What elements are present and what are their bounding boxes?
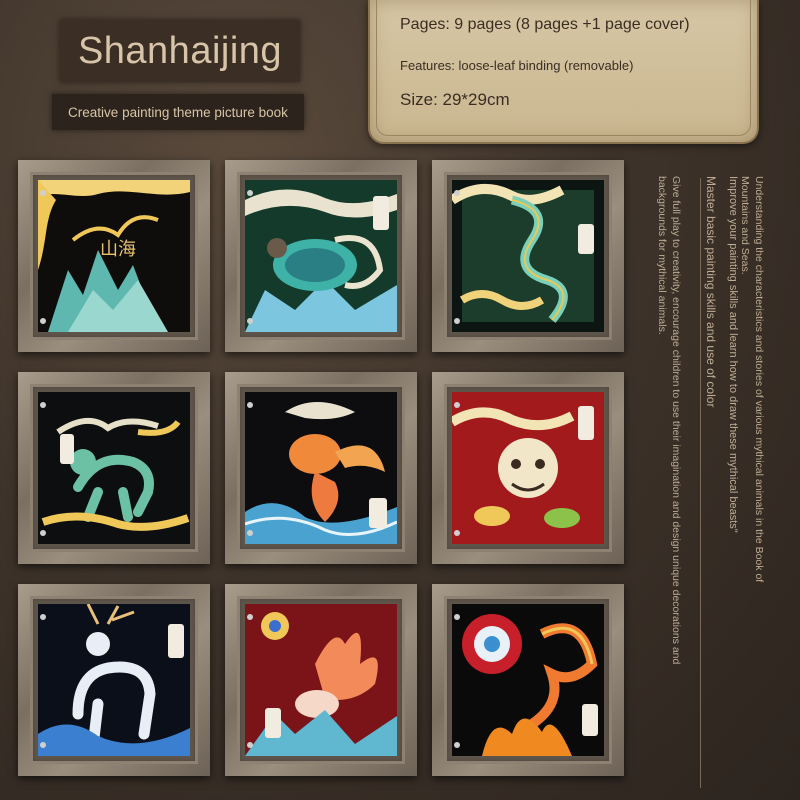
black-tortoise-illustration xyxy=(245,180,397,332)
divider-line xyxy=(700,178,701,788)
pixiu-illustration xyxy=(452,392,604,544)
cover-mountains-illustration: 山海 xyxy=(38,180,190,332)
picture-frame-deer[interactable] xyxy=(18,584,210,776)
pages-info: Pages: 9 pages (8 pages +1 page cover) xyxy=(400,16,690,33)
white-deer-illustration xyxy=(38,604,190,756)
picture-frame-qilin[interactable] xyxy=(18,372,210,564)
azure-dragon-illustration xyxy=(452,180,604,332)
feature-text-creativity: Give full play to creativity, encourage … xyxy=(656,176,682,665)
title-banner: Shanhaijing xyxy=(60,20,300,82)
qilin-illustration xyxy=(38,392,190,544)
picture-frame-cover[interactable]: 山海 xyxy=(18,160,210,352)
subtitle-banner: Creative painting theme picture book xyxy=(52,94,304,130)
picture-frame-tortoise[interactable] xyxy=(225,160,417,352)
feature-text-improve: Improve your painting skills and learn h… xyxy=(727,176,739,533)
picture-frame-fish[interactable] xyxy=(225,372,417,564)
picture-frame-pixiu[interactable] xyxy=(432,372,624,564)
info-panel: Pages: 9 pages (8 pages +1 page cover) F… xyxy=(368,0,759,144)
picture-frame-fox[interactable] xyxy=(225,584,417,776)
nine-tailed-fox-illustration xyxy=(245,604,397,756)
page-subtitle: Creative painting theme picture book xyxy=(68,104,288,120)
page-title: Shanhaijing xyxy=(77,29,283,72)
size-info: Size: 29*29cm xyxy=(400,90,510,109)
svg-text:山海: 山海 xyxy=(100,239,136,260)
picture-frame-phoenix[interactable] xyxy=(432,584,624,776)
picture-frame-dragon[interactable] xyxy=(432,160,624,352)
feature-text-master: Master basic painting skills and use of … xyxy=(704,176,718,408)
feature-text-painting: Improve your painting skills and learn h… xyxy=(704,176,740,776)
feature-text-understanding: Understanding the characteristics and st… xyxy=(739,176,765,583)
golden-fish-illustration xyxy=(245,392,397,544)
features-info: Features: loose-leaf binding (removable) xyxy=(400,58,634,73)
phoenix-illustration xyxy=(452,604,604,756)
